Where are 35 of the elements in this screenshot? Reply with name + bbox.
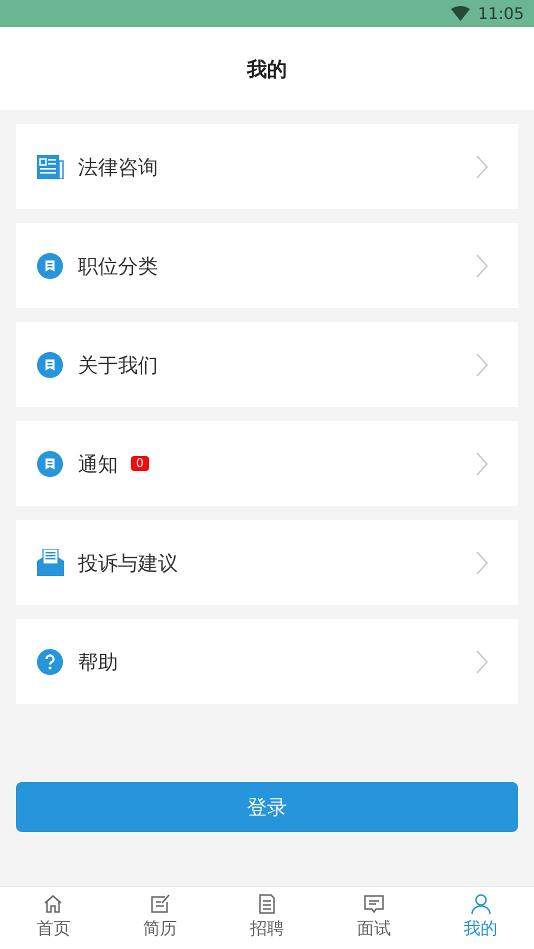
tab[interactable]: 简历 [106, 887, 214, 949]
clock: 11:05 [478, 2, 524, 24]
chevron-right-icon [476, 352, 488, 376]
menu-item[interactable]: 帮助 [16, 619, 518, 704]
menu-item[interactable]: 法律咨询 [16, 124, 518, 209]
menu-label: 关于我们 [78, 352, 158, 378]
home-icon [42, 893, 64, 916]
menu-item[interactable]: 职位分类 [16, 223, 518, 308]
edit-icon [149, 893, 172, 916]
tab[interactable]: 首页 [0, 887, 107, 949]
bookmark-icon [37, 352, 63, 378]
person-icon [470, 893, 492, 916]
menu-item[interactable]: 投诉与建议 [16, 520, 518, 605]
wifi-icon [450, 6, 470, 21]
count-badge: 0 [131, 456, 149, 471]
chevron-right-icon [476, 550, 488, 574]
menu-item[interactable]: 通知 0 [16, 421, 518, 506]
menu-label: 法律咨询 [78, 154, 158, 180]
menu-label: 职位分类 [78, 252, 158, 280]
menu-label: 通知 [78, 450, 118, 478]
bookmark-icon [37, 450, 63, 476]
tab[interactable]: 面试 [320, 887, 428, 949]
tab[interactable]: 招聘 [214, 887, 320, 949]
chevron-right-icon [476, 452, 488, 476]
menu-item[interactable]: 关于我们 [16, 322, 518, 407]
newspaper-icon [36, 154, 64, 178]
chevron-right-icon [476, 650, 488, 674]
chevron-right-icon [476, 254, 488, 278]
menu-label: 投诉与建议 [78, 550, 178, 576]
menu-label: 帮助 [78, 648, 118, 676]
help-icon [37, 648, 63, 674]
chevron-right-icon [476, 154, 488, 178]
page-title: 我的 [247, 56, 287, 82]
chat-icon [362, 893, 385, 916]
bookmark-icon [37, 252, 63, 278]
